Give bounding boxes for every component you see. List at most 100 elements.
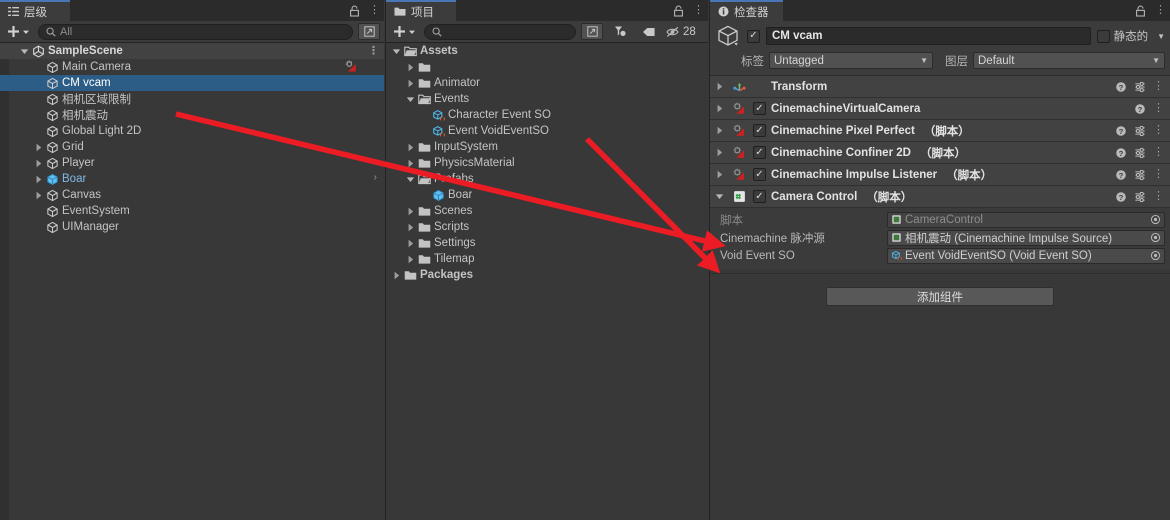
help-icon[interactable]: ?	[1115, 147, 1127, 159]
component-header[interactable]: Transform? ⋮	[710, 76, 1170, 98]
component-enabled-checkbox[interactable]: ✓	[753, 190, 766, 203]
hierarchy-row[interactable]: CM vcam	[0, 75, 384, 91]
twisty-collapsed-icon[interactable]	[713, 170, 726, 179]
preset-icon[interactable]	[1134, 191, 1146, 203]
preset-icon[interactable]	[1134, 147, 1146, 159]
project-tree[interactable]: Assets Animator Events Character Event SO Ev…	[386, 43, 708, 283]
component-enabled-checkbox[interactable]: ✓	[753, 168, 766, 181]
hierarchy-row[interactable]: EventSystem	[0, 203, 384, 219]
hidden-items-counter[interactable]: 28	[666, 26, 696, 38]
twisty-expanded-icon[interactable]	[390, 47, 403, 56]
project-row[interactable]: Scripts	[386, 219, 708, 235]
hierarchy-row[interactable]: Player	[0, 155, 384, 171]
hierarchy-row[interactable]: Global Light 2D	[0, 123, 384, 139]
twisty-collapsed-icon[interactable]	[404, 239, 417, 248]
filter-by-type-icon[interactable]	[608, 22, 632, 42]
kebab-menu-icon[interactable]: ⋮	[369, 5, 380, 16]
project-row[interactable]: Scenes	[386, 203, 708, 219]
component-header[interactable]: ✓ Cinemachine Pixel Perfect （脚本）? ⋮	[710, 120, 1170, 142]
tag-dropdown[interactable]: Untagged ▼	[769, 52, 933, 69]
project-row[interactable]: Character Event SO	[386, 107, 708, 123]
help-icon[interactable]: ?	[1115, 125, 1127, 137]
component-kebab-menu-icon[interactable]: ⋮	[1153, 125, 1164, 136]
twisty-collapsed-icon[interactable]	[32, 143, 45, 152]
project-row[interactable]: Assets	[386, 43, 708, 59]
component-kebab-menu-icon[interactable]: ⋮	[1153, 191, 1164, 202]
lock-icon[interactable]	[349, 5, 360, 17]
twisty-collapsed-icon[interactable]	[713, 126, 726, 135]
twisty-expanded-icon[interactable]	[404, 95, 417, 104]
component-header[interactable]: ✓ CinemachineVirtualCamera? ⋮	[710, 98, 1170, 120]
project-row[interactable]: Settings	[386, 235, 708, 251]
preset-icon[interactable]	[1134, 81, 1146, 93]
search-expand-icon[interactable]	[358, 23, 380, 40]
create-asset-button[interactable]	[390, 25, 419, 38]
create-gameobject-button[interactable]	[4, 25, 33, 38]
filter-by-label-icon[interactable]	[637, 22, 661, 42]
project-search-input[interactable]	[424, 23, 576, 40]
object-picker-icon[interactable]	[1149, 250, 1162, 261]
lock-icon[interactable]	[1135, 5, 1146, 17]
project-row[interactable]: Animator	[386, 75, 708, 91]
preset-icon[interactable]	[1134, 169, 1146, 181]
add-component-button[interactable]: 添加组件	[826, 287, 1054, 306]
hierarchy-row[interactable]: UIManager	[0, 219, 384, 235]
help-icon[interactable]: ?	[1115, 191, 1127, 203]
twisty-collapsed-icon[interactable]	[404, 63, 417, 72]
twisty-collapsed-icon[interactable]	[713, 82, 726, 91]
tab-project[interactable]: 项目	[386, 0, 456, 21]
static-toggle-group[interactable]: 静态的 ▼	[1096, 28, 1165, 44]
component-kebab-menu-icon[interactable]: ⋮	[1153, 169, 1164, 180]
hierarchy-row[interactable]: Boar ›	[0, 171, 384, 187]
project-row[interactable]: Prefabs	[386, 171, 708, 187]
object-picker-icon[interactable]	[1149, 232, 1162, 243]
project-row[interactable]: InputSystem	[386, 139, 708, 155]
component-kebab-menu-icon[interactable]: ⋮	[1153, 147, 1164, 158]
twisty-collapsed-icon[interactable]	[404, 255, 417, 264]
project-row[interactable]: Boar	[386, 187, 708, 203]
project-row[interactable]: Tilemap	[386, 251, 708, 267]
twisty-expanded-icon[interactable]	[404, 175, 417, 184]
project-row[interactable]: PhysicsMaterial	[386, 155, 708, 171]
component-enabled-checkbox[interactable]: ✓	[753, 124, 766, 137]
twisty-collapsed-icon[interactable]	[713, 104, 726, 113]
help-icon[interactable]: ?	[1115, 169, 1127, 181]
tab-inspector[interactable]: 检查器	[710, 0, 783, 21]
twisty-collapsed-icon[interactable]	[404, 207, 417, 216]
kebab-menu-icon[interactable]: ⋮	[1155, 5, 1166, 16]
hierarchy-row[interactable]: Canvas	[0, 187, 384, 203]
component-header[interactable]: ✓ Camera Control （脚本）? ⋮	[710, 186, 1170, 208]
component-kebab-menu-icon[interactable]: ⋮	[1153, 103, 1164, 114]
layer-dropdown[interactable]: Default ▼	[973, 52, 1165, 69]
twisty-expanded-icon[interactable]	[18, 47, 31, 56]
project-row[interactable]: Event VoidEventSO	[386, 123, 708, 139]
preset-icon[interactable]	[1134, 125, 1146, 137]
twisty-collapsed-icon[interactable]	[32, 159, 45, 168]
hierarchy-row[interactable]: SampleScene ⋮	[0, 43, 384, 59]
project-row[interactable]: Events	[386, 91, 708, 107]
twisty-collapsed-icon[interactable]	[404, 143, 417, 152]
project-row[interactable]	[386, 59, 708, 75]
gameobject-enabled-checkbox[interactable]: ✓	[747, 29, 760, 43]
hierarchy-row[interactable]: Main Camera	[0, 59, 384, 75]
static-dropdown-arrow[interactable]: ▼	[1157, 32, 1165, 41]
tab-hierarchy[interactable]: 层级	[0, 0, 70, 21]
scene-kebab-menu-icon[interactable]: ⋮	[368, 44, 379, 57]
twisty-collapsed-icon[interactable]	[713, 148, 726, 157]
component-enabled-checkbox[interactable]: ✓	[753, 102, 766, 115]
component-enabled-checkbox[interactable]: ✓	[753, 146, 766, 159]
twisty-expanded-icon[interactable]	[713, 192, 726, 201]
kebab-menu-icon[interactable]: ⋮	[693, 5, 704, 16]
static-checkbox[interactable]	[1096, 29, 1110, 43]
gameobject-name-input[interactable]: CM vcam	[766, 27, 1091, 45]
hierarchy-row[interactable]: Grid	[0, 139, 384, 155]
component-header[interactable]: ✓ Cinemachine Confiner 2D （脚本）? ⋮	[710, 142, 1170, 164]
component-header[interactable]: ✓ Cinemachine Impulse Listener （脚本）? ⋮	[710, 164, 1170, 186]
twisty-collapsed-icon[interactable]	[390, 271, 403, 280]
hierarchy-tree[interactable]: SampleScene ⋮ Main Camera CM vcam 相机区域限制 相机震动…	[0, 43, 384, 235]
hierarchy-row[interactable]: 相机震动	[0, 107, 384, 123]
twisty-collapsed-icon[interactable]	[32, 191, 45, 200]
help-icon[interactable]: ?	[1134, 103, 1146, 115]
hierarchy-search-input[interactable]: All	[38, 23, 353, 40]
object-reference-field[interactable]: 相机震动 (Cinemachine Impulse Source)	[887, 229, 1165, 246]
